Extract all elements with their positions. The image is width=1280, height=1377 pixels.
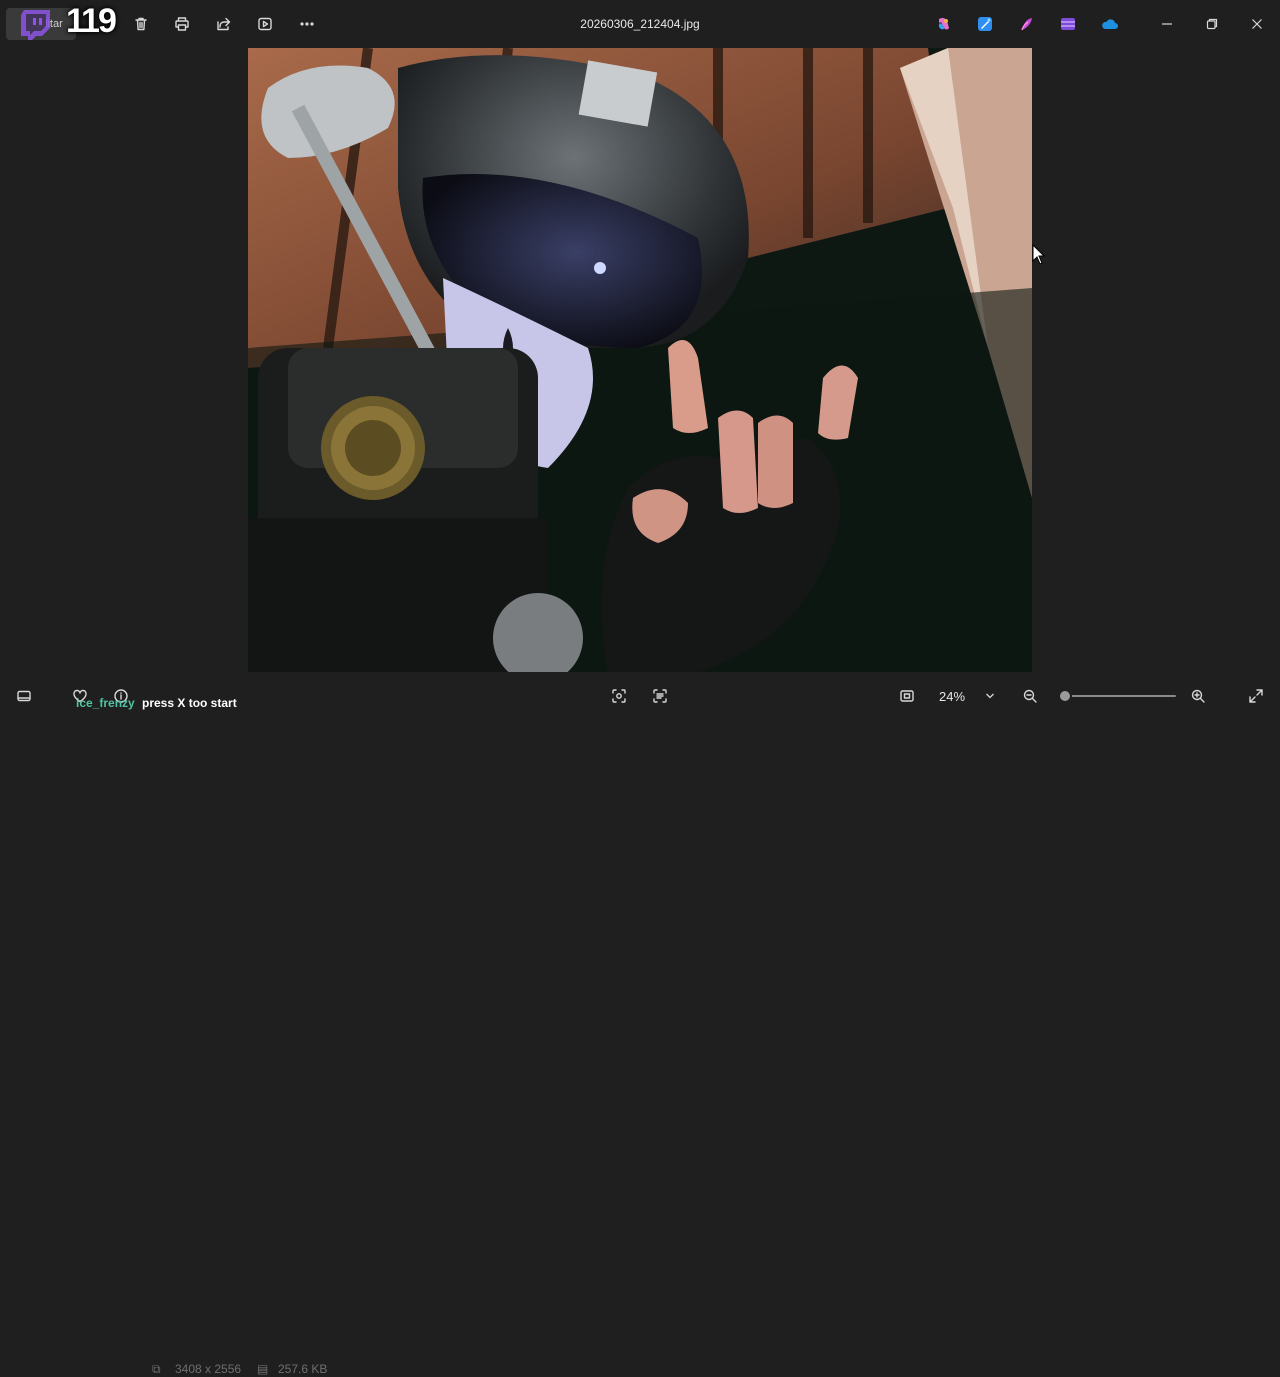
more-icon [300, 22, 314, 26]
slideshow-icon [258, 17, 272, 31]
fit-screen-icon [900, 690, 914, 702]
zoom-out-icon [1023, 689, 1037, 703]
clipchamp-icon[interactable] [1060, 16, 1076, 32]
chevron-down-icon [986, 693, 994, 699]
chat-username: ice_frenzy [76, 696, 135, 710]
share-button[interactable] [208, 8, 240, 40]
scan-icon [612, 689, 626, 703]
fullscreen-button[interactable] [1240, 680, 1272, 712]
zoom-level-value: 24% [939, 688, 966, 704]
close-icon [1252, 19, 1262, 29]
designer-icon[interactable] [977, 16, 993, 32]
stream-counter: 119 [66, 2, 117, 40]
mouse-cursor-icon [1032, 244, 1046, 265]
fit-to-window-button[interactable] [891, 680, 923, 712]
paint-icon[interactable] [1019, 16, 1035, 32]
share-icon [217, 17, 231, 31]
filmstrip-icon [17, 690, 31, 702]
zoom-level-dropdown[interactable]: 24% [927, 682, 1005, 710]
chat-message: press X too start [142, 696, 237, 710]
minimize-icon [1162, 23, 1172, 25]
delete-button[interactable] [125, 8, 157, 40]
print-button[interactable] [166, 8, 198, 40]
text-scan-icon [653, 689, 667, 703]
extract-text-button[interactable] [644, 680, 676, 712]
image-dimensions: 3408 x 2556 [175, 1362, 242, 1376]
photo-canvas[interactable] [248, 48, 1032, 672]
visual-search-button[interactable] [603, 680, 635, 712]
file-size: 257.6 KB [278, 1362, 328, 1376]
copilot-icon[interactable] [936, 16, 952, 32]
close-button[interactable] [1245, 12, 1269, 36]
zoom-in-icon [1191, 689, 1205, 703]
window-title: 20260306_212404.jpg [580, 17, 700, 31]
status-bar: ⧉ 3408 x 2556 ▤ 257.6 KB ice_frenzy pres… [0, 672, 1280, 1376]
zoom-out-button[interactable] [1014, 680, 1046, 712]
title-bar: Editar 119 20260306_212404.jpg [0, 0, 1280, 48]
twitch-logo-icon [21, 10, 50, 40]
image-size-icon: ⧉ [152, 1362, 161, 1376]
file-size-icon: ▤ [257, 1362, 269, 1376]
zoom-slider-track[interactable] [1058, 695, 1176, 697]
zoom-slider-thumb[interactable] [1058, 689, 1072, 703]
slideshow-button[interactable] [249, 8, 281, 40]
restore-button[interactable] [1200, 12, 1224, 36]
printer-icon [175, 17, 189, 31]
photo-image [248, 48, 1032, 672]
more-options-button[interactable] [291, 8, 323, 40]
expand-icon [1249, 689, 1263, 703]
zoom-in-button[interactable] [1182, 680, 1214, 712]
onedrive-icon[interactable] [1101, 16, 1119, 32]
minimize-button[interactable] [1155, 12, 1179, 36]
trash-icon [135, 17, 147, 31]
filmstrip-button[interactable] [8, 680, 40, 712]
restore-icon [1206, 18, 1218, 30]
